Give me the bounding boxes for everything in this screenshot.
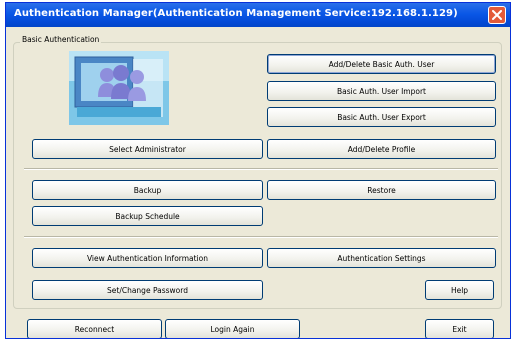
- add-delete-profile-button[interactable]: Add/Delete Profile: [267, 139, 496, 159]
- separator: [24, 168, 498, 170]
- authentication-manager-window: Authentication Manager(Authentication Ma…: [5, 2, 511, 339]
- reconnect-button[interactable]: Reconnect: [27, 319, 162, 338]
- restore-button[interactable]: Restore: [267, 180, 496, 200]
- basic-auth-user-export-button[interactable]: Basic Auth. User Export: [267, 107, 496, 127]
- close-icon: [492, 10, 502, 20]
- login-again-button[interactable]: Login Again: [165, 319, 300, 338]
- view-authentication-information-button[interactable]: View Authentication Information: [32, 248, 263, 268]
- backup-schedule-button[interactable]: Backup Schedule: [32, 206, 263, 226]
- close-button[interactable]: [488, 6, 506, 24]
- authentication-settings-button[interactable]: Authentication Settings: [267, 248, 496, 268]
- basic-auth-user-import-button[interactable]: Basic Auth. User Import: [267, 81, 496, 101]
- select-administrator-button[interactable]: Select Administrator: [32, 139, 263, 159]
- set-change-password-button[interactable]: Set/Change Password: [32, 280, 263, 300]
- window-title: Authentication Manager(Authentication Ma…: [14, 8, 458, 19]
- backup-button[interactable]: Backup: [32, 180, 263, 200]
- group-label: Basic Authentication: [20, 35, 102, 44]
- users-group-icon: [69, 51, 169, 125]
- separator: [24, 236, 498, 238]
- title-bar[interactable]: Authentication Manager(Authentication Ma…: [6, 3, 510, 27]
- exit-button[interactable]: Exit: [425, 319, 494, 338]
- add-delete-basic-auth-user-button[interactable]: Add/Delete Basic Auth. User: [267, 54, 496, 74]
- help-button[interactable]: Help: [425, 280, 494, 300]
